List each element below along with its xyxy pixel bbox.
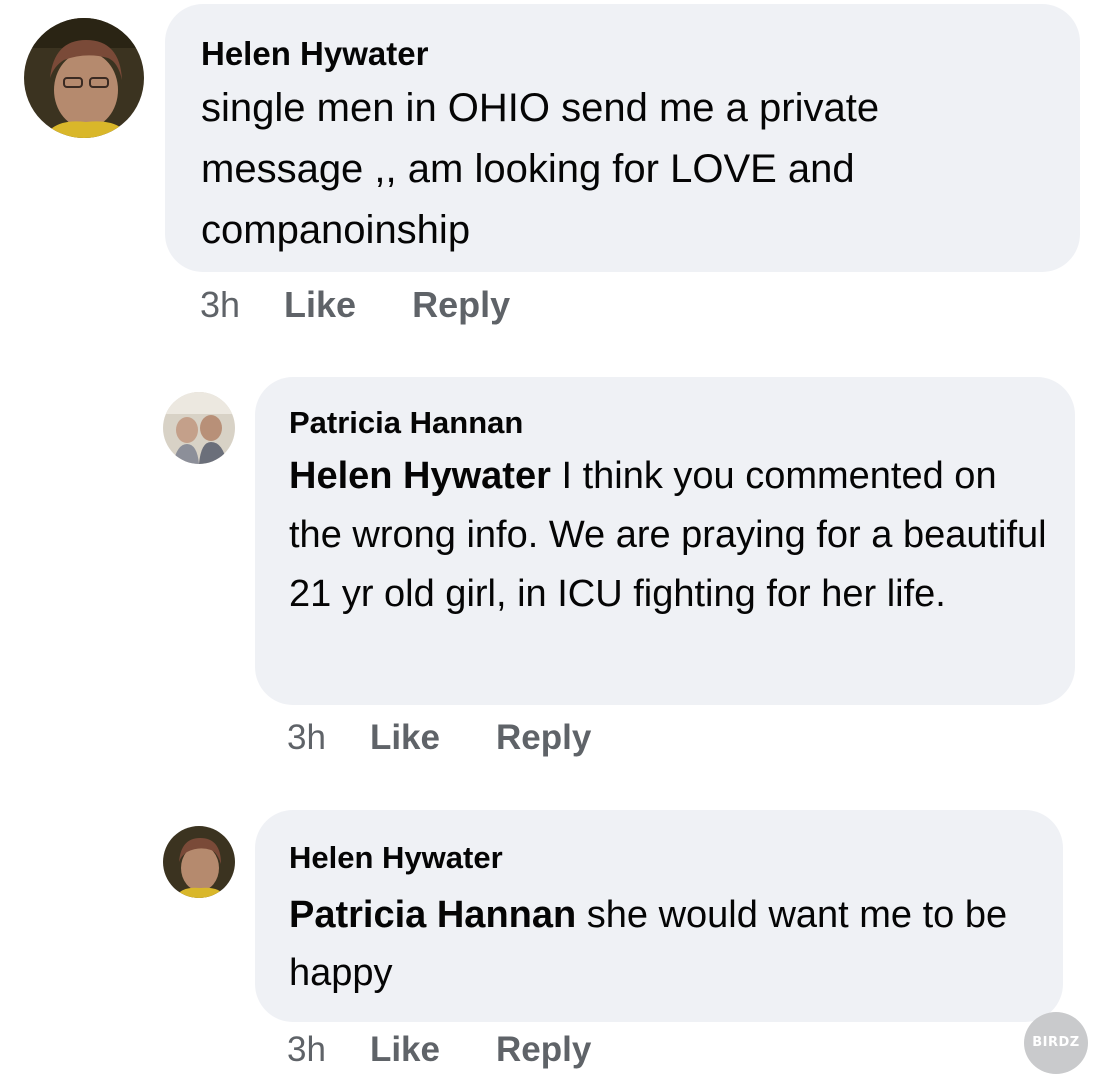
avatar[interactable] — [163, 392, 235, 464]
comment-author[interactable]: Helen Hywater — [289, 838, 1029, 878]
comment-mention[interactable]: Helen Hywater — [289, 455, 551, 497]
comment-bubble: Helen Hywater single men in OHIO send me… — [165, 4, 1080, 272]
comment-text: Patricia Hannan she would want me to be … — [289, 886, 1049, 1002]
comment-bubble: Helen Hywater Patricia Hannan she would … — [255, 810, 1063, 1022]
comment-timestamp: 3h — [200, 284, 241, 325]
comment-actions: 3h Like Reply — [287, 1030, 591, 1070]
comment-bubble: Patricia Hannan Helen Hywater I think yo… — [255, 377, 1075, 705]
watermark-logo: BIRDZ — [1024, 1012, 1088, 1074]
comment-actions: 3h Like Reply — [287, 718, 591, 758]
profile-photo-icon — [163, 826, 235, 898]
comment-author[interactable]: Patricia Hannan — [289, 403, 1041, 443]
like-button[interactable]: Like — [370, 1030, 440, 1070]
comment-author[interactable]: Helen Hywater — [201, 34, 1044, 74]
reply-button[interactable]: Reply — [496, 718, 591, 758]
like-button[interactable]: Like — [284, 284, 356, 326]
like-button[interactable]: Like — [370, 718, 440, 758]
comment-timestamp: 3h — [287, 1030, 326, 1069]
comment-text: Helen Hywater I think you commented on t… — [289, 447, 1059, 624]
comment-body: single men in OHIO send me a private mes… — [201, 86, 880, 252]
comment-actions: 3h Like Reply — [200, 284, 510, 326]
comment-mention[interactable]: Patricia Hannan — [289, 894, 576, 936]
profile-photo-icon — [24, 18, 144, 138]
reply-button[interactable]: Reply — [412, 284, 510, 326]
comment-timestamp: 3h — [287, 718, 326, 757]
profile-photo-icon — [163, 392, 235, 464]
avatar[interactable] — [24, 18, 144, 138]
comment-text: single men in OHIO send me a private mes… — [201, 78, 1051, 261]
reply-button[interactable]: Reply — [496, 1030, 591, 1070]
avatar[interactable] — [163, 826, 235, 898]
